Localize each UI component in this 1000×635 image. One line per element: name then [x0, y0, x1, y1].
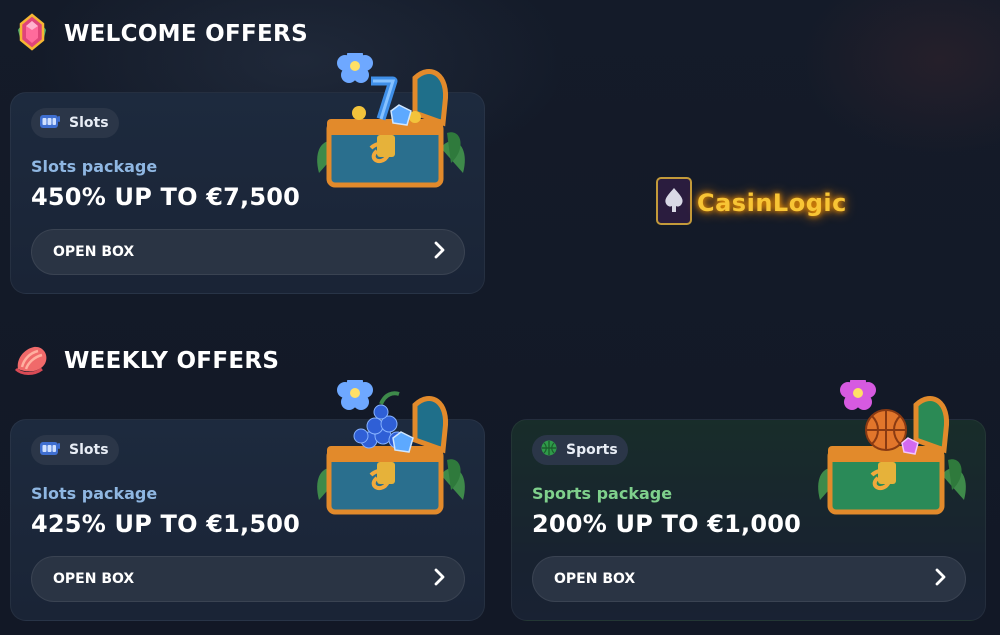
open-box-button[interactable]: OPEN BOX	[532, 556, 966, 602]
package-label: Slots package	[31, 157, 158, 176]
ball-icon	[540, 439, 558, 461]
treasure-chest-icon	[311, 374, 471, 534]
open-box-button[interactable]: OPEN BOX	[31, 556, 465, 602]
welcome-slots-card: Slots Slots package 450% UP TO €7,500 OP…	[10, 47, 485, 294]
casinlogic-logo: CasinLogic	[655, 176, 847, 230]
chevron-right-icon	[933, 567, 949, 591]
category-chip: Slots	[31, 435, 119, 465]
chevron-right-icon	[432, 240, 448, 264]
button-label: OPEN BOX	[53, 244, 135, 260]
slot-machine-icon	[39, 439, 61, 461]
offer-amount: 200% UP TO €1,000	[532, 510, 802, 538]
chip-label: Slots	[69, 115, 109, 131]
shell-icon	[12, 339, 52, 383]
button-label: OPEN BOX	[53, 571, 135, 587]
button-label: OPEN BOX	[554, 571, 636, 587]
section-title: WELCOME OFFERS	[64, 21, 308, 47]
weekly-sports-card: Sports Sports package 200% UP TO €1,000 …	[511, 374, 986, 621]
category-chip: Slots	[31, 108, 119, 138]
welcome-offers-header: WELCOME OFFERS	[12, 12, 308, 56]
treasure-chest-icon	[311, 47, 471, 207]
weekly-offers-header: WEEKLY OFFERS	[12, 341, 279, 381]
spade-card-icon	[655, 176, 693, 230]
slot-machine-icon	[39, 112, 61, 134]
offer-amount: 425% UP TO €1,500	[31, 510, 301, 538]
chip-label: Slots	[69, 442, 109, 458]
package-label: Sports package	[532, 484, 673, 503]
chevron-right-icon	[432, 567, 448, 591]
open-box-button[interactable]: OPEN BOX	[31, 229, 465, 275]
weekly-slots-card: Slots Slots package 425% UP TO €1,500 OP…	[10, 374, 485, 621]
chip-label: Sports	[566, 442, 618, 458]
logo-text: CasinLogic	[697, 189, 847, 217]
treasure-chest-icon	[812, 374, 972, 534]
offer-amount: 450% UP TO €7,500	[31, 183, 301, 211]
section-title: WEEKLY OFFERS	[64, 348, 280, 374]
category-chip: Sports	[532, 435, 628, 465]
package-label: Slots package	[31, 484, 158, 503]
gem-icon	[12, 12, 52, 56]
